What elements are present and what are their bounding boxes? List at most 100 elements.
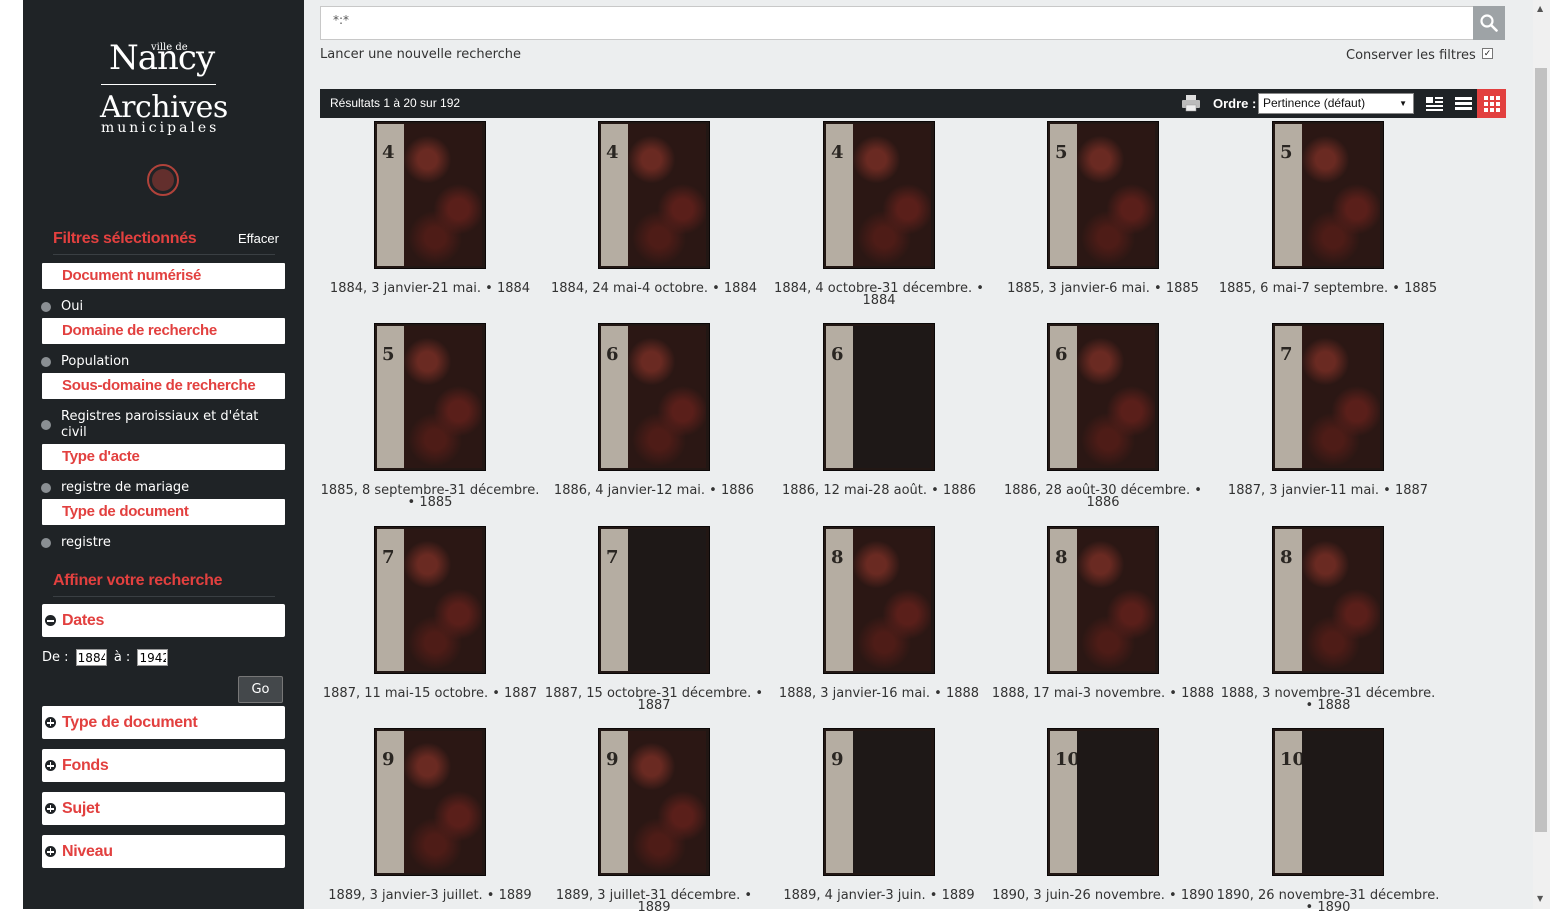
register-volume-number: 6 xyxy=(606,344,619,365)
register-thumbnail[interactable]: 6 xyxy=(823,323,935,471)
result-caption[interactable]: 1887, 3 janvier-11 mai. • 1887 xyxy=(1216,484,1440,497)
register-volume-number: 6 xyxy=(1055,344,1068,365)
facet-sujet[interactable]: Sujet xyxy=(42,792,285,825)
view-grid-button[interactable] xyxy=(1477,89,1506,118)
register-volume-number: 8 xyxy=(1055,547,1068,568)
logo-municipales: municipales xyxy=(101,120,220,136)
result-caption[interactable]: 1889, 3 janvier-3 juillet. • 1889 xyxy=(318,889,542,902)
facet-dates[interactable]: Dates xyxy=(42,604,285,637)
new-search-link[interactable]: Lancer une nouvelle recherche xyxy=(320,47,521,62)
keep-filters-checkbox[interactable]: ✓ xyxy=(1482,48,1493,59)
facet-type-document[interactable]: Type de document xyxy=(42,706,285,739)
result-caption[interactable]: 1888, 17 mai-3 novembre. • 1888 xyxy=(991,687,1215,700)
register-cover xyxy=(853,731,931,873)
scrollbar[interactable]: ▲ ▼ xyxy=(1533,0,1550,909)
register-thumbnail[interactable]: 8 xyxy=(1047,526,1159,674)
remove-filter-icon[interactable] xyxy=(41,483,51,493)
register-volume-number: 7 xyxy=(382,547,395,568)
register-thumbnail[interactable]: 5 xyxy=(1047,121,1159,269)
register-thumbnail[interactable]: 10 xyxy=(1047,728,1159,876)
sidebar: ville de Nancy Archives municipales Filt… xyxy=(23,0,304,909)
register-thumbnail[interactable]: 4 xyxy=(374,121,486,269)
register-thumbnail[interactable]: 8 xyxy=(1272,526,1384,674)
register-cover xyxy=(1077,529,1155,671)
result-caption[interactable]: 1884, 24 mai-4 octobre. • 1884 xyxy=(542,282,766,295)
register-cover xyxy=(853,529,931,671)
filter-label-type-acte: Type d'acte xyxy=(42,444,285,470)
remove-filter-icon[interactable] xyxy=(41,538,51,548)
register-volume-number: 9 xyxy=(831,749,844,770)
register-spine: 9 xyxy=(377,731,404,873)
register-thumbnail[interactable]: 7 xyxy=(374,526,486,674)
result-caption[interactable]: 1890, 3 juin-26 novembre. • 1890 xyxy=(991,889,1215,902)
logo-rule xyxy=(101,84,216,85)
register-thumbnail[interactable]: 8 xyxy=(823,526,935,674)
register-thumbnail[interactable]: 7 xyxy=(1272,323,1384,471)
result-caption[interactable]: 1888, 3 novembre-31 décembre. • 1888 xyxy=(1216,687,1440,712)
dates-a-label: à : xyxy=(113,650,131,665)
result-caption[interactable]: 1885, 6 mai-7 septembre. • 1885 xyxy=(1216,282,1440,295)
sort-select[interactable]: Pertinence (défaut) ▼ xyxy=(1258,93,1414,114)
result-caption[interactable]: 1887, 11 mai-15 octobre. • 1887 xyxy=(318,687,542,700)
result-caption[interactable]: 1890, 26 novembre-31 décembre. • 1890 xyxy=(1216,889,1440,914)
register-thumbnail[interactable]: 4 xyxy=(823,121,935,269)
result-caption[interactable]: 1886, 12 mai-28 août. • 1886 xyxy=(767,484,991,497)
collapse-icon xyxy=(45,615,56,626)
keep-filters-label: Conserver les filtres xyxy=(1346,48,1476,63)
register-thumbnail[interactable]: 4 xyxy=(598,121,710,269)
date-from-input[interactable] xyxy=(75,649,107,666)
result-caption[interactable]: 1884, 4 octobre-31 décembre. • 1884 xyxy=(767,282,991,307)
facet-fonds[interactable]: Fonds xyxy=(42,749,285,782)
result-caption[interactable]: 1889, 4 janvier-3 juin. • 1889 xyxy=(767,889,991,902)
result-caption[interactable]: 1889, 3 juillet-31 décembre. • 1889 xyxy=(542,889,766,914)
remove-filter-icon[interactable] xyxy=(41,420,51,430)
register-thumbnail[interactable]: 9 xyxy=(823,728,935,876)
view-mosaic-button[interactable] xyxy=(1420,89,1449,118)
filter-label-sous-domaine: Sous-domaine de recherche xyxy=(42,373,285,399)
search-input[interactable]: *:* xyxy=(320,6,1475,40)
register-volume-number: 5 xyxy=(382,344,395,365)
print-icon[interactable] xyxy=(1181,94,1201,112)
register-spine: 4 xyxy=(377,124,404,266)
sort-label: Ordre : xyxy=(1213,96,1257,111)
register-thumbnail[interactable]: 7 xyxy=(598,526,710,674)
result-caption[interactable]: 1885, 8 septembre-31 décembre. • 1885 xyxy=(318,484,542,509)
register-thumbnail[interactable]: 9 xyxy=(598,728,710,876)
register-thumbnail[interactable]: 5 xyxy=(374,323,486,471)
register-thumbnail[interactable]: 5 xyxy=(1272,121,1384,269)
result-caption[interactable]: 1886, 28 août-30 décembre. • 1886 xyxy=(991,484,1215,509)
register-cover xyxy=(628,731,706,873)
register-spine: 7 xyxy=(377,529,404,671)
date-to-input[interactable] xyxy=(137,649,169,666)
clear-filters-link[interactable]: Effacer xyxy=(238,231,279,246)
scrollbar-thumb[interactable] xyxy=(1535,68,1547,832)
result-caption[interactable]: 1885, 3 janvier-6 mai. • 1885 xyxy=(991,282,1215,295)
globe-icon[interactable] xyxy=(147,164,179,196)
register-cover xyxy=(1302,124,1380,266)
remove-filter-icon[interactable] xyxy=(41,357,51,367)
search-icon xyxy=(1480,14,1498,32)
scroll-up-icon[interactable]: ▲ xyxy=(1537,4,1543,13)
result-caption[interactable]: 1886, 4 janvier-12 mai. • 1886 xyxy=(542,484,766,497)
register-cover xyxy=(853,124,931,266)
register-thumbnail[interactable]: 10 xyxy=(1272,728,1384,876)
register-thumbnail[interactable]: 6 xyxy=(598,323,710,471)
dates-go-button[interactable]: Go xyxy=(238,676,283,703)
remove-filter-icon[interactable] xyxy=(41,302,51,312)
register-thumbnail[interactable]: 6 xyxy=(1047,323,1159,471)
register-thumbnail[interactable]: 9 xyxy=(374,728,486,876)
register-volume-number: 6 xyxy=(831,344,844,365)
register-spine: 6 xyxy=(601,326,628,468)
register-spine: 5 xyxy=(1275,124,1302,266)
search-button[interactable] xyxy=(1473,6,1505,40)
result-caption[interactable]: 1887, 15 octobre-31 décembre. • 1887 xyxy=(542,687,766,712)
scroll-down-icon[interactable]: ▼ xyxy=(1537,894,1543,903)
result-caption[interactable]: 1888, 3 janvier-16 mai. • 1888 xyxy=(767,687,991,700)
register-spine: 6 xyxy=(826,326,853,468)
facet-niveau[interactable]: Niveau xyxy=(42,835,285,868)
view-list-button[interactable] xyxy=(1449,89,1478,118)
register-cover xyxy=(1302,529,1380,671)
register-volume-number: 5 xyxy=(1055,142,1068,163)
filter-label-domaine: Domaine de recherche xyxy=(42,318,285,344)
result-caption[interactable]: 1884, 3 janvier-21 mai. • 1884 xyxy=(318,282,542,295)
